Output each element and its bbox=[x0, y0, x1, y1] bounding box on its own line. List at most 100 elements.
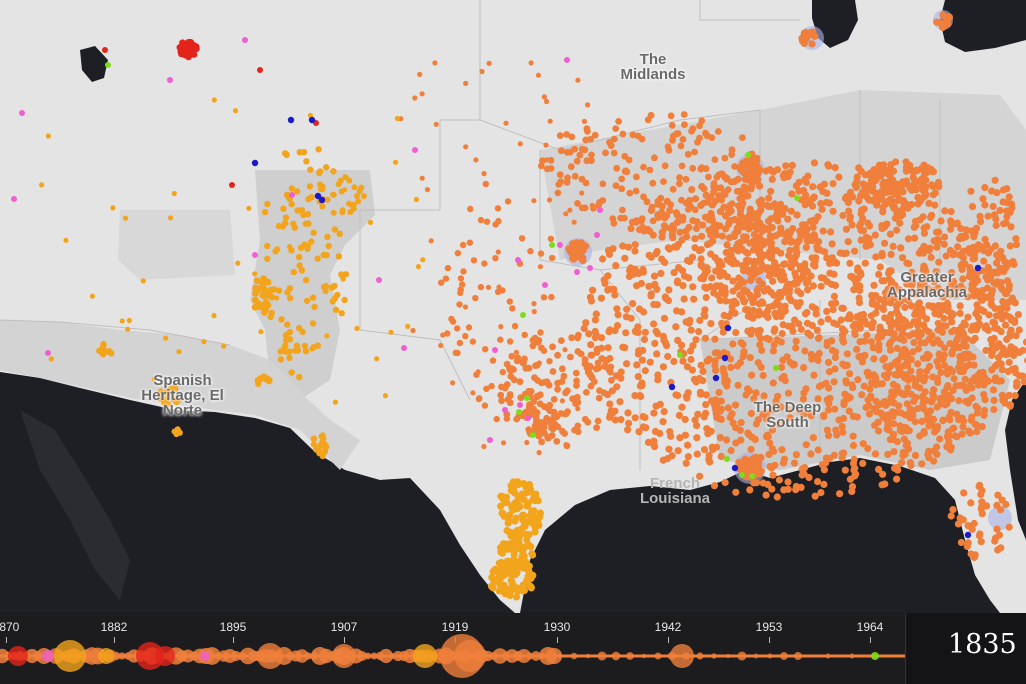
event-dot-orange bbox=[561, 430, 568, 437]
event-dot-green bbox=[516, 409, 522, 415]
event-dot-orange bbox=[481, 443, 487, 450]
event-dot-orange bbox=[556, 171, 564, 179]
event-dot-orange bbox=[909, 168, 917, 176]
event-dot-orange bbox=[991, 211, 999, 219]
event-dot-amber bbox=[521, 543, 530, 551]
event-dot-orange bbox=[581, 415, 589, 423]
timeline[interactable]: 1870 1882 1895 1907 1919 1930 1942 1953 … bbox=[0, 613, 905, 684]
map[interactable] bbox=[0, 0, 1026, 613]
event-dot-amber bbox=[119, 318, 125, 324]
event-dot-orange bbox=[853, 345, 861, 353]
event-dot-orange bbox=[554, 423, 562, 431]
event-dot-orange bbox=[619, 130, 627, 138]
event-dot-orange bbox=[824, 161, 832, 169]
event-dot-orange bbox=[949, 310, 957, 318]
event-dot-orange bbox=[1012, 235, 1020, 243]
event-dot-orange bbox=[825, 432, 833, 440]
event-dot-orange bbox=[785, 289, 793, 297]
event-dot-orange bbox=[747, 311, 756, 320]
event-dot-orange bbox=[917, 339, 925, 347]
event-dot-green bbox=[530, 432, 536, 438]
event-dot-orange bbox=[971, 334, 979, 342]
event-dot-orange bbox=[845, 207, 853, 215]
event-dot-orange bbox=[703, 241, 712, 249]
event-dot-orange bbox=[878, 252, 886, 260]
event-dot-orange bbox=[544, 157, 550, 163]
event-dot-orange bbox=[668, 122, 676, 129]
event-dot-orange bbox=[676, 434, 684, 442]
event-dot-orange bbox=[802, 243, 810, 251]
event-dot-orange bbox=[814, 446, 822, 454]
event-dot-orange bbox=[503, 415, 511, 422]
event-dot-orange bbox=[549, 343, 556, 351]
event-dot-orange bbox=[454, 325, 461, 332]
event-dot-orange bbox=[740, 233, 748, 241]
event-dot-orange bbox=[696, 134, 703, 142]
event-dot-amber bbox=[388, 329, 394, 335]
event-dot-orange bbox=[1012, 369, 1020, 377]
event-dot-orange bbox=[654, 376, 662, 384]
timeline-track[interactable] bbox=[0, 613, 905, 684]
event-dot-orange bbox=[915, 177, 924, 186]
event-dot-amber bbox=[324, 333, 330, 339]
event-dot-orange bbox=[840, 401, 848, 409]
event-dot-orange bbox=[733, 188, 741, 195]
event-dot-orange bbox=[809, 282, 817, 290]
event-dot-orange bbox=[991, 319, 999, 327]
event-dot-orange bbox=[708, 134, 716, 142]
event-dot-orange bbox=[575, 406, 581, 412]
event-dot-orange bbox=[761, 251, 769, 259]
event-dot-orange bbox=[965, 397, 973, 405]
event-dot-amber bbox=[338, 310, 345, 317]
event-dot-orange bbox=[813, 352, 822, 360]
event-dot-orange bbox=[549, 368, 557, 375]
event-dot-orange bbox=[516, 378, 524, 386]
event-dot-orange bbox=[753, 171, 761, 179]
event-dot-orange bbox=[691, 235, 699, 243]
event-dot-orange bbox=[767, 187, 775, 195]
event-dot-orange bbox=[684, 150, 692, 158]
event-dot-orange bbox=[575, 77, 581, 83]
event-dot-amber bbox=[322, 282, 330, 290]
event-dot-orange bbox=[901, 303, 909, 311]
event-dot-orange bbox=[670, 357, 678, 366]
event-dot-orange bbox=[641, 413, 649, 422]
event-dot-orange bbox=[973, 404, 982, 412]
event-dot-orange bbox=[417, 71, 423, 77]
event-dot-orange bbox=[844, 315, 852, 323]
event-dot-orange bbox=[1003, 262, 1011, 270]
event-dot-orange bbox=[700, 272, 708, 280]
event-dot-orange bbox=[815, 334, 823, 342]
event-dot-orange bbox=[810, 159, 819, 167]
event-dot-orange bbox=[773, 493, 781, 501]
event-dot-orange bbox=[722, 248, 730, 257]
event-dot-orange bbox=[605, 250, 614, 258]
event-dot-orange bbox=[679, 213, 687, 221]
event-dot-amber bbox=[171, 428, 178, 435]
event-dot-orange bbox=[880, 161, 888, 169]
event-dot-amber bbox=[309, 346, 315, 352]
map-canvas[interactable] bbox=[0, 0, 1026, 613]
event-dot-orange bbox=[579, 190, 585, 196]
event-dot-orange bbox=[836, 490, 844, 498]
event-dot-orange bbox=[462, 304, 469, 310]
event-dot-orange bbox=[801, 310, 810, 318]
event-dot-orange bbox=[428, 238, 434, 244]
event-dot-amber bbox=[232, 108, 239, 114]
event-dot-orange bbox=[646, 358, 654, 366]
event-dot-amber bbox=[354, 325, 360, 331]
event-dot-orange bbox=[700, 199, 708, 207]
event-dot-orange bbox=[839, 428, 847, 436]
event-dot-orange bbox=[878, 224, 886, 233]
event-dot-orange bbox=[582, 136, 590, 144]
event-dot-orange bbox=[621, 214, 628, 222]
event-dot-amber bbox=[332, 306, 340, 313]
event-dot-orange bbox=[571, 219, 577, 225]
event-dot-orange bbox=[806, 331, 815, 340]
event-dot-orange bbox=[518, 235, 526, 242]
event-dot-orange bbox=[923, 415, 931, 423]
event-dot-orange bbox=[871, 231, 879, 239]
event-dot-amber bbox=[335, 253, 343, 260]
event-dot-orange bbox=[872, 309, 880, 317]
event-dot-orange bbox=[513, 357, 521, 365]
